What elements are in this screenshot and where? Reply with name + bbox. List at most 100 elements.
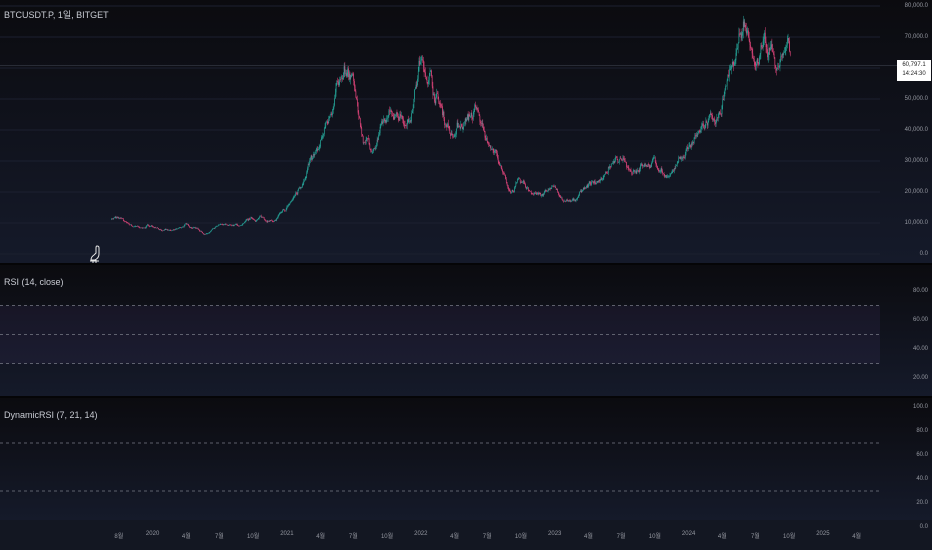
- candle-body: [569, 200, 570, 202]
- candle-body: [230, 224, 231, 226]
- candle-body: [603, 174, 605, 178]
- candle-body: [431, 70, 432, 77]
- dynamic-rsi-pane[interactable]: DynamicRSI (7, 21, 14): [0, 398, 932, 520]
- candle-body: [758, 62, 760, 65]
- candle-body: [439, 102, 440, 105]
- candle-body: [544, 191, 545, 194]
- candle-body: [156, 227, 158, 229]
- rsi-pane[interactable]: RSI (14, close): [0, 265, 932, 396]
- dynamic-rsi-tick-label: 60.0: [916, 452, 928, 458]
- candle-body: [208, 233, 209, 234]
- time-axis[interactable]: 8월 2020 4월 7월 10월 2021 4월 7월 10월 2022 4월 7월 10월 2023 4…: [0, 520, 932, 550]
- candle-body: [638, 170, 639, 171]
- candle-body: [505, 178, 507, 183]
- candle-body: [467, 114, 469, 120]
- dynamic-rsi-title[interactable]: DynamicRSI (7, 21, 14): [4, 410, 98, 420]
- candle-body: [604, 174, 605, 175]
- candle-body: [775, 65, 776, 68]
- candle-body: [558, 193, 560, 196]
- dynamic-rsi-chart[interactable]: [0, 398, 932, 520]
- price-chart[interactable]: [0, 0, 932, 263]
- candle-body: [500, 165, 501, 166]
- candle-body: [571, 200, 572, 202]
- candle-body: [423, 66, 425, 72]
- candle-body: [312, 157, 313, 160]
- candle-body: [645, 164, 647, 166]
- candle-body: [602, 178, 603, 180]
- candle-body: [639, 168, 641, 172]
- candle-body: [268, 220, 269, 222]
- candle-body: [729, 69, 731, 70]
- candle-body: [124, 221, 126, 222]
- candle-body: [484, 131, 486, 138]
- candle-body: [262, 216, 264, 218]
- candle-body: [274, 220, 276, 221]
- time-tick-label: 10월: [380, 534, 394, 540]
- candle-body: [557, 189, 558, 192]
- candle-body: [346, 72, 348, 76]
- candle-body: [248, 218, 250, 221]
- candle-body: [239, 225, 241, 227]
- price-tick-label: 40,000.0: [904, 127, 928, 133]
- candle-body: [281, 211, 283, 213]
- time-tick-label: 4월: [450, 534, 459, 540]
- candle-body: [671, 171, 673, 174]
- candle-body: [315, 152, 316, 154]
- candle-body: [751, 48, 752, 50]
- candle-body: [277, 217, 278, 219]
- candle-body: [767, 54, 769, 58]
- candle-body: [244, 221, 246, 223]
- candle-body: [553, 186, 555, 188]
- price-tick-label: 70,000.0: [904, 34, 928, 40]
- candle-body: [414, 89, 415, 100]
- time-tick-label: 4월: [316, 534, 326, 540]
- candle-body: [162, 230, 164, 232]
- candle-body: [271, 220, 273, 222]
- candle-body: [452, 134, 454, 137]
- candle-body: [533, 193, 535, 195]
- candle-body: [516, 180, 518, 183]
- candle-body: [784, 52, 785, 53]
- candle-body: [734, 60, 736, 63]
- candle-body: [489, 145, 491, 147]
- candle-body: [715, 120, 717, 125]
- candle-body: [656, 164, 658, 167]
- candle-body: [272, 221, 274, 223]
- candle-body: [155, 227, 157, 229]
- candle-body: [350, 77, 352, 80]
- candle-body: [668, 176, 669, 177]
- rsi-chart[interactable]: [0, 265, 932, 396]
- tradingview-logo-icon[interactable]: [88, 244, 104, 264]
- candle-body: [191, 228, 193, 229]
- symbol-title[interactable]: BTCUSDT.P, 1일, BITGET: [4, 8, 109, 21]
- candle-body: [572, 199, 574, 200]
- candle-body: [172, 229, 174, 231]
- candle-body: [643, 164, 645, 166]
- candle-body: [469, 114, 470, 117]
- candle-body: [627, 167, 628, 168]
- candle-body: [634, 170, 636, 172]
- rsi-title[interactable]: RSI (14, close): [4, 277, 64, 287]
- candle-body: [642, 165, 644, 167]
- candle-body: [621, 159, 623, 161]
- candle-body: [695, 134, 697, 137]
- candle-body: [698, 131, 699, 134]
- dynamic-rsi-tick-label: 20.0: [916, 500, 928, 506]
- dynamic-rsi-tick-label: 0.0: [919, 524, 928, 530]
- candle-body: [365, 139, 367, 143]
- candle-body: [593, 181, 594, 184]
- candle-body: [291, 200, 293, 202]
- candle-body: [271, 220, 272, 221]
- candle-body: [709, 113, 711, 115]
- candle-body: [235, 224, 236, 225]
- candle-body: [571, 199, 573, 201]
- price-pane[interactable]: BTCUSDT.P, 1일, BITGET 80,000.0 70,000.0 60…: [0, 0, 932, 263]
- candle-body: [701, 125, 702, 130]
- candle-body: [232, 225, 234, 226]
- candle-body: [692, 141, 694, 145]
- candle-body: [519, 178, 520, 180]
- candle-body: [592, 181, 594, 183]
- candle-body: [786, 40, 788, 46]
- candle-body: [427, 82, 429, 84]
- candle-body: [667, 176, 669, 178]
